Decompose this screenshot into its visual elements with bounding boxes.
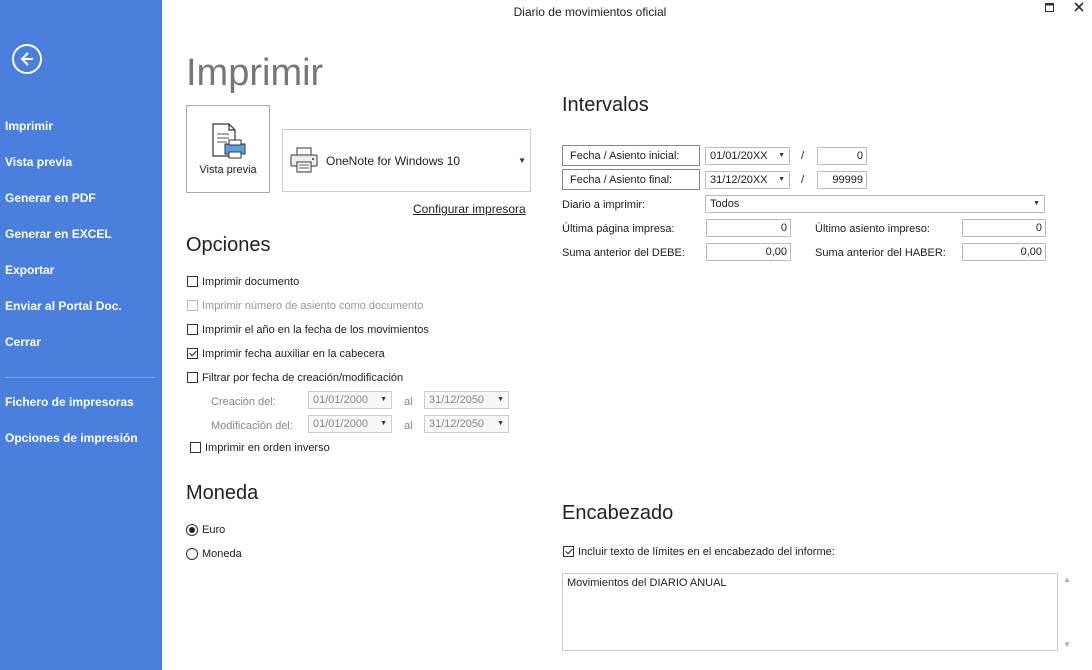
window-title: Diario de movimientos oficial bbox=[513, 5, 667, 19]
last-page-label: Última página impresa: bbox=[562, 223, 675, 235]
close-icon[interactable] bbox=[1073, 0, 1085, 16]
sidebar-item-opciones-impresion[interactable]: Opciones de impresión bbox=[5, 431, 138, 445]
filter-date-label: Filtrar por fecha de creación/modificaci… bbox=[202, 372, 404, 384]
sidebar-item-exportar[interactable]: Exportar bbox=[5, 263, 54, 277]
preview-button[interactable]: Vista previa bbox=[186, 105, 270, 193]
prev-debit-label: Suma anterior del DEBE: bbox=[562, 247, 685, 259]
prev-credit-input[interactable]: 0,00 bbox=[962, 243, 1046, 261]
end-entry-input[interactable]: 99999 bbox=[817, 171, 867, 189]
creation-label: Creación del: bbox=[211, 396, 276, 408]
journal-label: Diario a imprimir: bbox=[562, 199, 646, 211]
preview-button-label: Vista previa bbox=[199, 164, 257, 176]
currency-moneda-radio[interactable] bbox=[186, 548, 198, 560]
options-heading: Opciones bbox=[186, 234, 271, 256]
last-page-input[interactable]: 0 bbox=[706, 219, 791, 237]
end-date-select[interactable]: 31/12/20XX ▼ bbox=[705, 171, 790, 189]
maximize-icon[interactable] bbox=[1044, 1, 1056, 17]
modification-from-value: 01/01/2000 bbox=[313, 418, 369, 430]
chevron-down-icon: ▼ bbox=[518, 156, 526, 165]
prev-debit-input[interactable]: 0,00 bbox=[706, 243, 791, 261]
start-slash: / bbox=[801, 150, 805, 162]
currency-euro-radio[interactable] bbox=[186, 524, 198, 536]
start-entry-input[interactable]: 0 bbox=[817, 147, 867, 165]
print-entry-number-checkbox[interactable] bbox=[187, 300, 198, 311]
sidebar-item-generar-excel[interactable]: Generar en EXCEL bbox=[5, 227, 112, 241]
printer-name: OneNote for Windows 10 bbox=[326, 154, 461, 168]
print-entry-number-label: Imprimir número de asiento como document… bbox=[202, 300, 424, 312]
sidebar: Imprimir Vista previa Generar en PDF Gen… bbox=[0, 0, 162, 670]
creation-al-label: al bbox=[404, 396, 413, 408]
start-date-select[interactable]: 01/01/20XX ▼ bbox=[705, 147, 790, 165]
modification-al-label: al bbox=[404, 420, 413, 432]
end-slash: / bbox=[801, 174, 805, 186]
print-aux-date-checkbox[interactable] bbox=[187, 348, 198, 359]
print-preview-icon bbox=[212, 123, 246, 159]
print-document-label: Imprimir documento bbox=[202, 276, 300, 288]
header-text-area[interactable]: Movimientos del DIARIO ANUAL bbox=[562, 573, 1058, 651]
header-heading: Encabezado bbox=[562, 502, 674, 524]
printer-icon bbox=[290, 147, 318, 173]
modification-to-value: 31/12/2050 bbox=[429, 418, 485, 430]
journal-value: Todos bbox=[710, 198, 740, 210]
creation-to-value: 31/12/2050 bbox=[429, 394, 485, 406]
include-limits-checkbox[interactable] bbox=[563, 546, 574, 557]
journal-select[interactable]: Todos ▼ bbox=[705, 195, 1045, 213]
last-entry-label: Último asiento impreso: bbox=[815, 223, 930, 235]
chevron-down-icon: ▼ bbox=[380, 396, 387, 403]
end-date-value: 31/12/20XX bbox=[710, 174, 768, 186]
creation-from-select[interactable]: 01/01/2000 ▼ bbox=[308, 391, 392, 409]
chevron-down-icon: ▼ bbox=[497, 420, 504, 427]
currency-heading: Moneda bbox=[186, 482, 259, 504]
sidebar-item-vista-previa[interactable]: Vista previa bbox=[5, 155, 72, 169]
currency-euro-label: Euro bbox=[202, 524, 226, 536]
scroll-down-icon[interactable]: ▼ bbox=[1063, 640, 1071, 649]
reverse-order-label: Imprimir en orden inverso bbox=[205, 442, 330, 454]
printer-select[interactable]: OneNote for Windows 10 ▼ bbox=[282, 129, 531, 192]
chevron-down-icon: ▼ bbox=[778, 176, 785, 183]
configure-printer-link[interactable]: Configurar impresora bbox=[413, 202, 526, 216]
prev-credit-label: Suma anterior del HABER: bbox=[815, 247, 946, 259]
chevron-down-icon: ▼ bbox=[1033, 200, 1040, 207]
sidebar-item-generar-pdf[interactable]: Generar en PDF bbox=[5, 191, 96, 205]
print-year-label: Imprimir el año en la fecha de los movim… bbox=[202, 324, 429, 336]
end-date-entry-button[interactable]: Fecha / Asiento final: bbox=[562, 169, 700, 190]
back-arrow-icon[interactable] bbox=[12, 44, 42, 74]
scroll-up-icon[interactable]: ▲ bbox=[1063, 575, 1071, 584]
start-date-entry-button[interactable]: Fecha / Asiento inicial: bbox=[562, 145, 700, 166]
chevron-down-icon: ▼ bbox=[380, 420, 387, 427]
chevron-down-icon: ▼ bbox=[778, 152, 785, 159]
sidebar-item-cerrar[interactable]: Cerrar bbox=[5, 335, 41, 349]
sidebar-item-imprimir[interactable]: Imprimir bbox=[5, 119, 53, 133]
start-date-value: 01/01/20XX bbox=[710, 150, 768, 162]
last-entry-input[interactable]: 0 bbox=[962, 219, 1046, 237]
creation-to-select[interactable]: 31/12/2050 ▼ bbox=[424, 391, 509, 409]
page-title: Imprimir bbox=[186, 52, 324, 94]
chevron-down-icon: ▼ bbox=[497, 396, 504, 403]
intervals-heading: Intervalos bbox=[562, 94, 649, 116]
sidebar-divider bbox=[5, 377, 155, 378]
modification-to-select[interactable]: 31/12/2050 ▼ bbox=[424, 415, 509, 433]
currency-moneda-label: Moneda bbox=[202, 548, 242, 560]
modification-from-select[interactable]: 01/01/2000 ▼ bbox=[308, 415, 392, 433]
print-document-checkbox[interactable] bbox=[187, 276, 198, 287]
print-year-checkbox[interactable] bbox=[187, 324, 198, 335]
filter-date-checkbox[interactable] bbox=[187, 372, 198, 383]
header-text-scrollbar[interactable]: ▲ ▼ bbox=[1060, 573, 1074, 651]
print-aux-date-label: Imprimir fecha auxiliar en la cabecera bbox=[202, 348, 385, 360]
include-limits-label: Incluir texto de límites en el encabezad… bbox=[578, 546, 835, 558]
sidebar-item-enviar-portal[interactable]: Enviar al Portal Doc. bbox=[5, 299, 122, 313]
sidebar-item-fichero-impresoras[interactable]: Fichero de impresoras bbox=[5, 395, 134, 409]
creation-from-value: 01/01/2000 bbox=[313, 394, 369, 406]
reverse-order-checkbox[interactable] bbox=[190, 442, 201, 453]
modification-label: Modificación del: bbox=[211, 420, 293, 432]
